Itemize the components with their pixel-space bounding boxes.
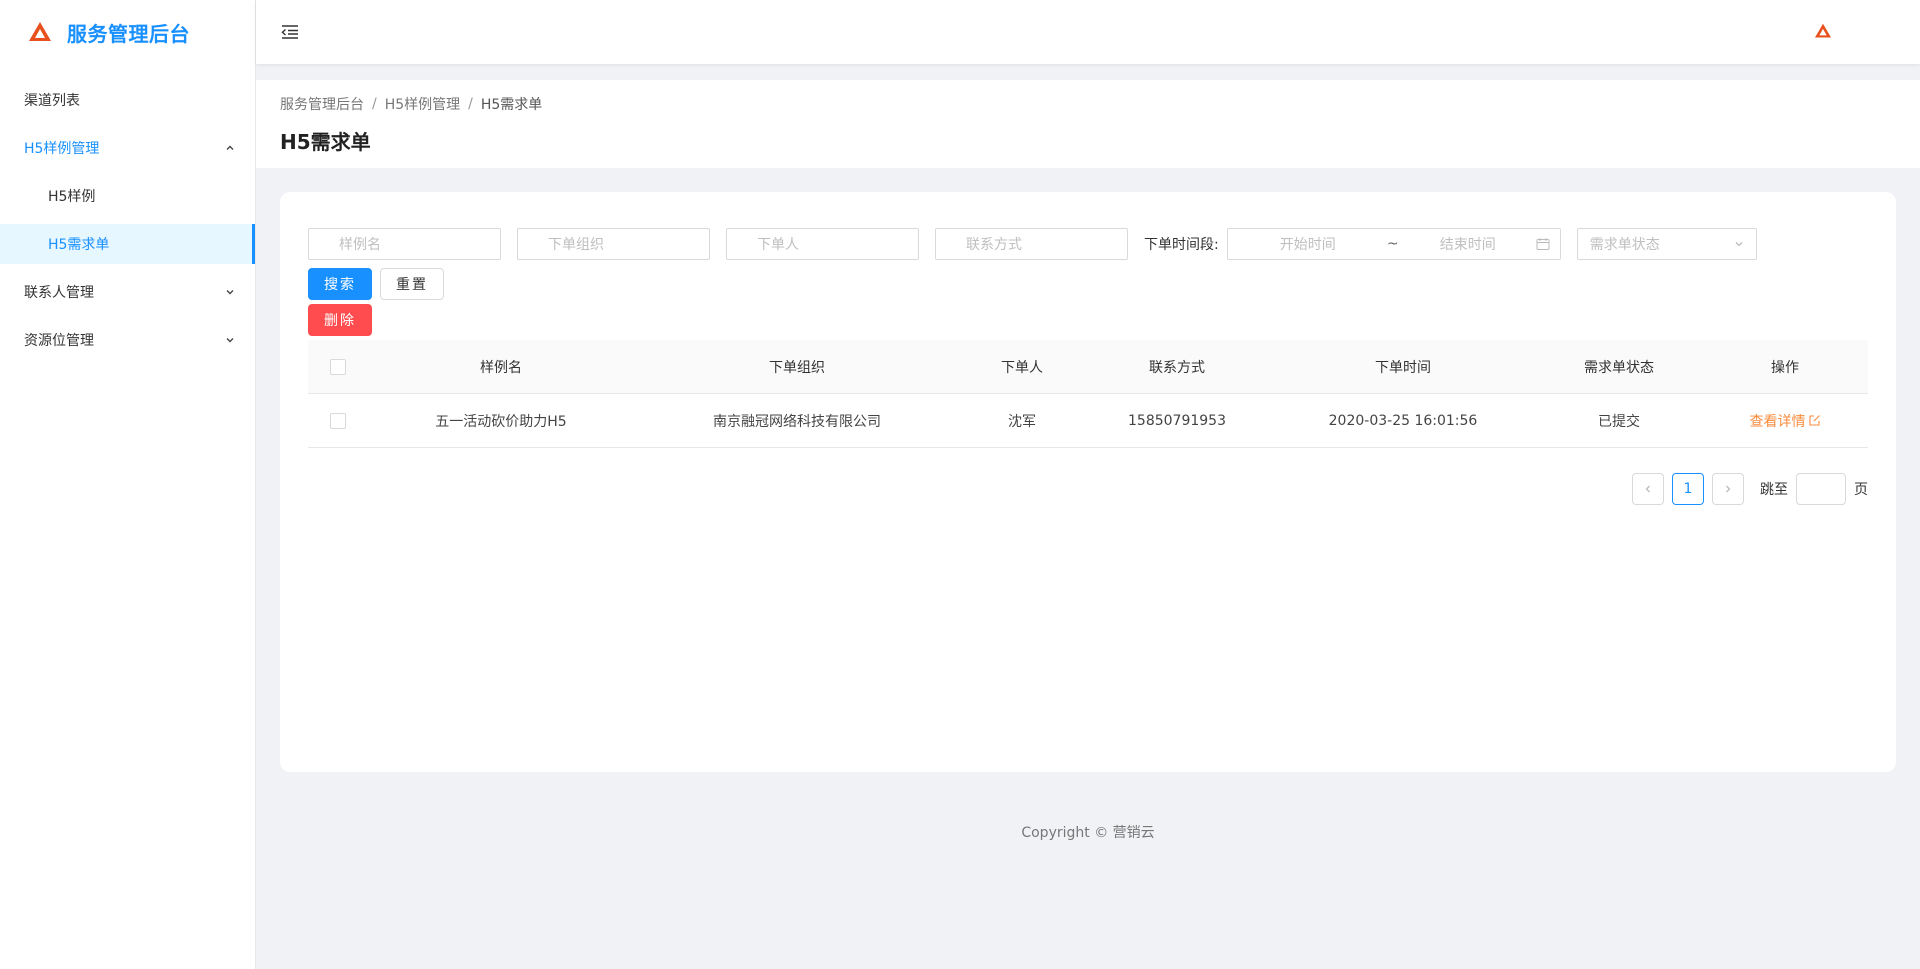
reset-button[interactable]: 重置 bbox=[380, 268, 444, 300]
column-header: 需求单状态 bbox=[1584, 359, 1654, 376]
sidebar-item-label: 渠道列表 bbox=[24, 93, 80, 109]
range-label: 下单时间段: bbox=[1144, 237, 1219, 253]
app-title: 服务管理后台 bbox=[67, 21, 190, 46]
breadcrumb-separator: / bbox=[372, 96, 377, 112]
table-row: 五一活动砍价助力H5 南京融冠网络科技有限公司 沈军 15850791953 2… bbox=[308, 394, 1868, 448]
search-button[interactable]: 搜索 bbox=[308, 268, 372, 300]
column-header: 下单时间 bbox=[1375, 359, 1431, 376]
view-detail-label: 查看详情 bbox=[1749, 413, 1806, 430]
logo-icon bbox=[29, 22, 51, 41]
breadcrumb-item[interactable]: 服务管理后台 bbox=[280, 94, 364, 114]
column-header: 联系方式 bbox=[1149, 359, 1205, 376]
sidebar-item-label: 联系人管理 bbox=[24, 285, 94, 301]
date-range-picker[interactable]: 开始时间 ~ 结束时间 bbox=[1226, 228, 1561, 260]
column-header: 下单组织 bbox=[769, 359, 825, 376]
top-header bbox=[256, 0, 1920, 64]
sidebar-item-contact-management[interactable]: 联系人管理 bbox=[0, 272, 255, 312]
jump-page-input[interactable] bbox=[1796, 473, 1846, 505]
sidebar-item-h5-sample[interactable]: H5样例 bbox=[0, 176, 255, 216]
prev-page-button[interactable] bbox=[1632, 473, 1664, 505]
status-select[interactable]: 需求单状态 bbox=[1576, 228, 1757, 260]
page-1-button[interactable]: 1 bbox=[1672, 473, 1704, 505]
column-header: 样例名 bbox=[480, 359, 522, 376]
menu-fold-icon[interactable] bbox=[280, 22, 300, 42]
filter-bar: 样例名 下单组织 下单人 联系方式 下单时间段: 开始时间 ~ 结束时间 需求单… bbox=[308, 228, 1868, 260]
sample-name-input[interactable]: 样例名 bbox=[308, 228, 501, 260]
breadcrumb: 服务管理后台 / H5样例管理 / H5需求单 bbox=[280, 94, 1896, 114]
org-cell: 南京融冠网络科技有限公司 bbox=[713, 413, 881, 430]
select-all-cell bbox=[308, 358, 368, 375]
sample-name-cell: 五一活动砍价助力H5 bbox=[435, 413, 567, 430]
column-header: 操作 bbox=[1771, 359, 1799, 376]
chevron-up-icon bbox=[226, 145, 234, 150]
view-detail-link[interactable]: 查看详情 bbox=[1750, 411, 1821, 431]
page-jumper: 跳至 页 bbox=[1760, 473, 1868, 505]
action-cell: 查看详情 bbox=[1702, 411, 1868, 431]
user-logo-icon[interactable] bbox=[1814, 23, 1832, 39]
page-suffix: 页 bbox=[1854, 482, 1868, 498]
pagination: 1 跳至 页 bbox=[1624, 473, 1868, 505]
breadcrumb-current: H5需求单 bbox=[480, 97, 543, 113]
sidebar-item-h5-requirement[interactable]: H5需求单 bbox=[0, 224, 255, 264]
select-all-checkbox[interactable] bbox=[330, 358, 346, 375]
org-input[interactable]: 下单组织 bbox=[517, 228, 710, 260]
table-header: 样例名 下单组织 下单人 联系方式 下单时间 需求单状态 操作 bbox=[308, 340, 1868, 394]
next-page-button[interactable] bbox=[1712, 473, 1744, 505]
contact-input[interactable]: 联系方式 bbox=[935, 228, 1128, 260]
end-date-input[interactable]: 结束时间 bbox=[1408, 234, 1528, 254]
column-header: 下单人 bbox=[1001, 359, 1043, 376]
orderer-cell: 沈军 bbox=[1008, 413, 1036, 430]
logo[interactable]: 服务管理后台 bbox=[0, 0, 255, 64]
contact-cell: 15850791953 bbox=[1128, 412, 1226, 429]
chevron-down-icon bbox=[226, 290, 234, 295]
sidebar-item-channel-list[interactable]: 渠道列表 bbox=[0, 80, 255, 120]
chevron-left-icon bbox=[1645, 485, 1650, 493]
jump-label: 跳至 bbox=[1760, 482, 1788, 498]
content-card: 样例名 下单组织 下单人 联系方式 下单时间段: 开始时间 ~ 结束时间 需求单… bbox=[280, 192, 1896, 772]
requirement-table: 样例名 下单组织 下单人 联系方式 下单时间 需求单状态 操作 五一活动砍价助力… bbox=[308, 340, 1868, 448]
chevron-down-icon bbox=[1735, 242, 1743, 247]
sidebar-item-label: H5样例 bbox=[48, 189, 96, 205]
status-cell: 已提交 bbox=[1598, 413, 1640, 430]
sidebar-item-h5-sample-management[interactable]: H5样例管理 bbox=[0, 128, 255, 168]
orderer-input[interactable]: 下单人 bbox=[726, 228, 919, 260]
footer: Copyright © 营销云 bbox=[1021, 825, 1155, 841]
row-checkbox[interactable] bbox=[330, 412, 346, 429]
page-header: 服务管理后台 / H5样例管理 / H5需求单 H5需求单 bbox=[256, 80, 1920, 168]
action-buttons: 搜索 重置 bbox=[308, 268, 1868, 300]
page-title: H5需求单 bbox=[280, 130, 371, 154]
sidebar-item-label: H5需求单 bbox=[48, 237, 110, 253]
sidebar-item-label: H5样例管理 bbox=[24, 141, 100, 157]
start-date-input[interactable]: 开始时间 bbox=[1238, 234, 1378, 254]
sidebar-item-resource-management[interactable]: 资源位管理 bbox=[0, 320, 255, 360]
breadcrumb-separator: / bbox=[468, 96, 473, 112]
range-separator: ~ bbox=[1386, 236, 1399, 252]
sidebar: 服务管理后台 渠道列表 H5样例管理 H5样例 H5需求单 联系人管理 资源位管… bbox=[0, 0, 256, 969]
breadcrumb-item[interactable]: H5样例管理 bbox=[385, 94, 460, 114]
calendar-icon bbox=[1536, 238, 1550, 250]
chevron-right-icon bbox=[1726, 485, 1731, 493]
sidebar-menu: 渠道列表 H5样例管理 H5样例 H5需求单 联系人管理 资源位管理 bbox=[0, 80, 255, 360]
row-select-cell bbox=[308, 412, 368, 429]
status-select-placeholder: 需求单状态 bbox=[1589, 237, 1660, 253]
edit-icon bbox=[1808, 415, 1820, 426]
delete-button[interactable]: 删除 bbox=[308, 304, 372, 336]
sidebar-item-label: 资源位管理 bbox=[24, 333, 94, 349]
time-cell: 2020-03-25 16:01:56 bbox=[1328, 412, 1478, 429]
chevron-down-icon bbox=[226, 338, 234, 343]
